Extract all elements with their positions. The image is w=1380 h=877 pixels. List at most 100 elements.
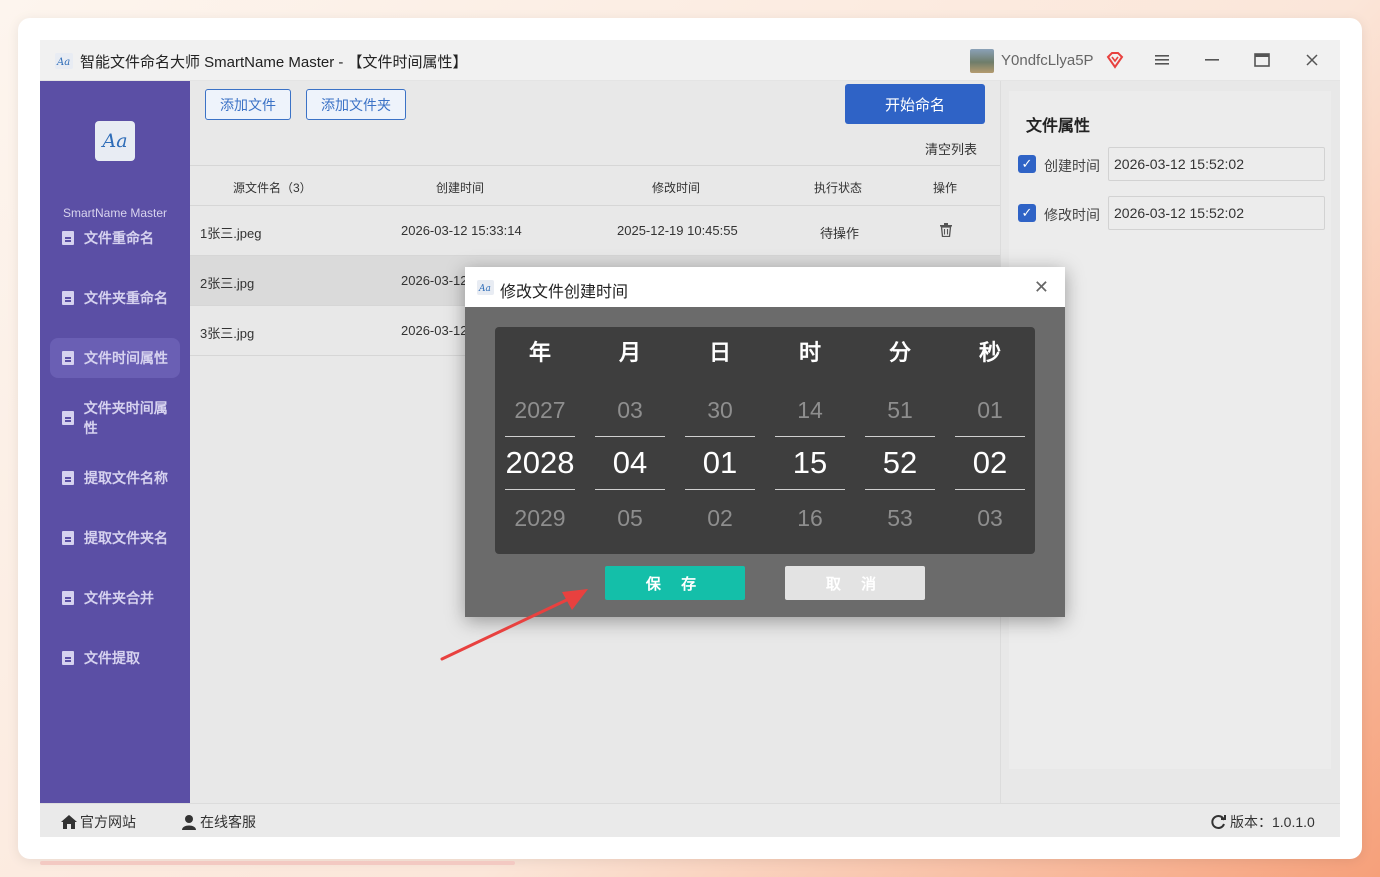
clear-list-button[interactable]: 清空列表 bbox=[925, 139, 977, 158]
sidebar-item-folder-rename[interactable]: 文件夹重命名 bbox=[50, 278, 180, 318]
menu-icon[interactable] bbox=[1150, 48, 1174, 72]
add-folder-button[interactable]: 添加文件夹 bbox=[306, 89, 406, 120]
svg-text:Aa: Aa bbox=[56, 57, 70, 68]
sidebar-item-file-rename[interactable]: 文件重命名 bbox=[50, 218, 180, 258]
sidebar-item-label: 文件夹时间属性 bbox=[83, 400, 168, 436]
day-next[interactable]: 02 bbox=[685, 505, 755, 532]
sidebar-item-label: 文件夹合并 bbox=[84, 590, 154, 606]
app-logo-icon: Aa bbox=[477, 280, 494, 295]
official-website-label: 官方网站 bbox=[80, 814, 136, 830]
hour-header: 时 bbox=[798, 340, 821, 365]
username[interactable]: Y0ndfcLlya5P bbox=[1001, 52, 1094, 69]
minimize-icon[interactable] bbox=[1200, 48, 1224, 72]
app-logo-icon: Aa bbox=[55, 53, 73, 69]
trash-icon[interactable] bbox=[940, 223, 952, 237]
hour-column[interactable]: 时 14 15 16 bbox=[775, 327, 845, 554]
column-header-status[interactable]: 执行状态 bbox=[814, 179, 862, 196]
document-icon bbox=[62, 291, 74, 305]
cell-status: 待操作 bbox=[820, 226, 860, 241]
created-time-label: 创建时间 bbox=[1044, 158, 1100, 174]
dialog-header: Aa 修改文件创建时间 ✕ bbox=[465, 267, 1065, 307]
minute-current[interactable]: 52 bbox=[865, 436, 935, 490]
close-icon[interactable] bbox=[1300, 48, 1324, 72]
month-header: 月 bbox=[618, 340, 641, 365]
second-current[interactable]: 02 bbox=[955, 436, 1025, 490]
vip-diamond-icon[interactable] bbox=[1105, 50, 1125, 70]
sidebar: Aa SmartName Master 文件重命名 文件夹重命名 文件时间属性 … bbox=[40, 81, 190, 803]
created-time-row: ✓ 创建时间 2026-03-12 15:52:02 bbox=[1018, 147, 1328, 181]
svg-text:Aa: Aa bbox=[478, 284, 491, 294]
refresh-icon bbox=[1211, 815, 1226, 829]
hour-next[interactable]: 16 bbox=[775, 505, 845, 532]
status-bar: 官方网站 在线客服 版本：1.0.1.0 bbox=[40, 803, 1340, 837]
year-prev[interactable]: 2027 bbox=[505, 397, 575, 424]
document-icon bbox=[62, 651, 74, 665]
month-current[interactable]: 04 bbox=[595, 436, 665, 490]
minute-prev[interactable]: 51 bbox=[865, 397, 935, 424]
modified-time-input[interactable]: 2026-03-12 15:52:02 bbox=[1108, 196, 1325, 230]
cancel-button[interactable]: 取 消 bbox=[785, 566, 925, 600]
add-file-button[interactable]: 添加文件 bbox=[205, 89, 291, 120]
sidebar-item-file-time[interactable]: 文件时间属性 bbox=[50, 338, 180, 378]
cell-filename: 1张三.jpeg bbox=[200, 226, 262, 241]
minute-next[interactable]: 53 bbox=[865, 505, 935, 532]
window-title: 智能文件命名大师 SmartName Master - 【文件时间属性】 bbox=[80, 54, 468, 71]
sidebar-item-label: 文件时间属性 bbox=[84, 350, 168, 366]
title-bar: Aa 智能文件命名大师 SmartName Master - 【文件时间属性】 … bbox=[40, 40, 1340, 81]
sidebar-item-label: 提取文件名称 bbox=[84, 470, 168, 486]
created-time-input[interactable]: 2026-03-12 15:52:02 bbox=[1108, 147, 1325, 181]
document-icon bbox=[62, 531, 74, 545]
official-website-link[interactable]: 官方网站 bbox=[60, 812, 136, 832]
cell-filename: 2张三.jpg bbox=[200, 276, 255, 291]
cell-created: 2026-03-12 bbox=[401, 273, 468, 288]
year-current[interactable]: 2028 bbox=[505, 436, 575, 490]
table-row[interactable]: 1张三.jpeg 2026-03-12 15:33:14 2025-12-19 … bbox=[190, 206, 1000, 256]
modified-time-row: ✓ 修改时间 2026-03-12 15:52:02 bbox=[1018, 196, 1328, 230]
year-column[interactable]: 年 2027 2028 2029 bbox=[505, 327, 575, 554]
cell-created: 2026-03-12 15:33:14 bbox=[401, 223, 522, 238]
document-icon bbox=[62, 351, 74, 365]
column-header-created[interactable]: 创建时间 bbox=[436, 179, 484, 196]
month-prev[interactable]: 03 bbox=[595, 397, 665, 424]
version-info: 版本：1.0.1.0 bbox=[1210, 812, 1315, 832]
second-next[interactable]: 03 bbox=[955, 505, 1025, 532]
day-column[interactable]: 日 30 01 02 bbox=[685, 327, 755, 554]
sidebar-item-label: 文件重命名 bbox=[84, 230, 154, 246]
sidebar-item-label: 文件夹重命名 bbox=[84, 290, 168, 306]
hour-current[interactable]: 15 bbox=[775, 436, 845, 490]
column-header-name[interactable]: 源文件名（3） bbox=[233, 179, 312, 196]
save-button[interactable]: 保 存 bbox=[605, 566, 745, 600]
modified-time-checkbox[interactable]: ✓ bbox=[1018, 204, 1036, 222]
modified-time-label: 修改时间 bbox=[1044, 207, 1100, 223]
sidebar-item-file-extract[interactable]: 文件提取 bbox=[50, 638, 180, 678]
sidebar-item-label: 提取文件夹名 bbox=[84, 530, 168, 546]
user-avatar[interactable] bbox=[970, 49, 994, 73]
sidebar-item-extract-filename[interactable]: 提取文件名称 bbox=[50, 458, 180, 498]
frame-scroll-indicator bbox=[40, 861, 515, 865]
day-prev[interactable]: 30 bbox=[685, 397, 755, 424]
dialog-close-icon[interactable]: ✕ bbox=[1034, 277, 1049, 298]
cell-created: 2026-03-12 bbox=[401, 323, 468, 338]
column-header-modified[interactable]: 修改时间 bbox=[652, 179, 700, 196]
hour-prev[interactable]: 14 bbox=[775, 397, 845, 424]
document-icon bbox=[62, 471, 74, 485]
second-prev[interactable]: 01 bbox=[955, 397, 1025, 424]
start-rename-button[interactable]: 开始命名 bbox=[845, 84, 985, 124]
sidebar-item-extract-foldername[interactable]: 提取文件夹名 bbox=[50, 518, 180, 558]
month-next[interactable]: 05 bbox=[595, 505, 665, 532]
created-time-checkbox[interactable]: ✓ bbox=[1018, 155, 1036, 173]
cell-filename: 3张三.jpg bbox=[200, 326, 255, 341]
modify-created-time-dialog: Aa 修改文件创建时间 ✕ 年 2027 2028 2029 月 03 04 0… bbox=[465, 267, 1065, 617]
document-icon bbox=[62, 591, 74, 605]
column-header-action: 操作 bbox=[933, 181, 958, 195]
maximize-icon[interactable] bbox=[1250, 48, 1274, 72]
online-support-link[interactable]: 在线客服 bbox=[180, 812, 256, 832]
day-current[interactable]: 01 bbox=[685, 436, 755, 490]
sidebar-item-folder-time[interactable]: 文件夹时间属性 bbox=[50, 398, 180, 438]
minute-column[interactable]: 分 51 52 53 bbox=[865, 327, 935, 554]
sidebar-item-folder-merge[interactable]: 文件夹合并 bbox=[50, 578, 180, 618]
second-column[interactable]: 秒 01 02 03 bbox=[955, 327, 1025, 554]
year-header: 年 bbox=[528, 340, 551, 365]
year-next[interactable]: 2029 bbox=[505, 505, 575, 532]
month-column[interactable]: 月 03 04 05 bbox=[595, 327, 665, 554]
